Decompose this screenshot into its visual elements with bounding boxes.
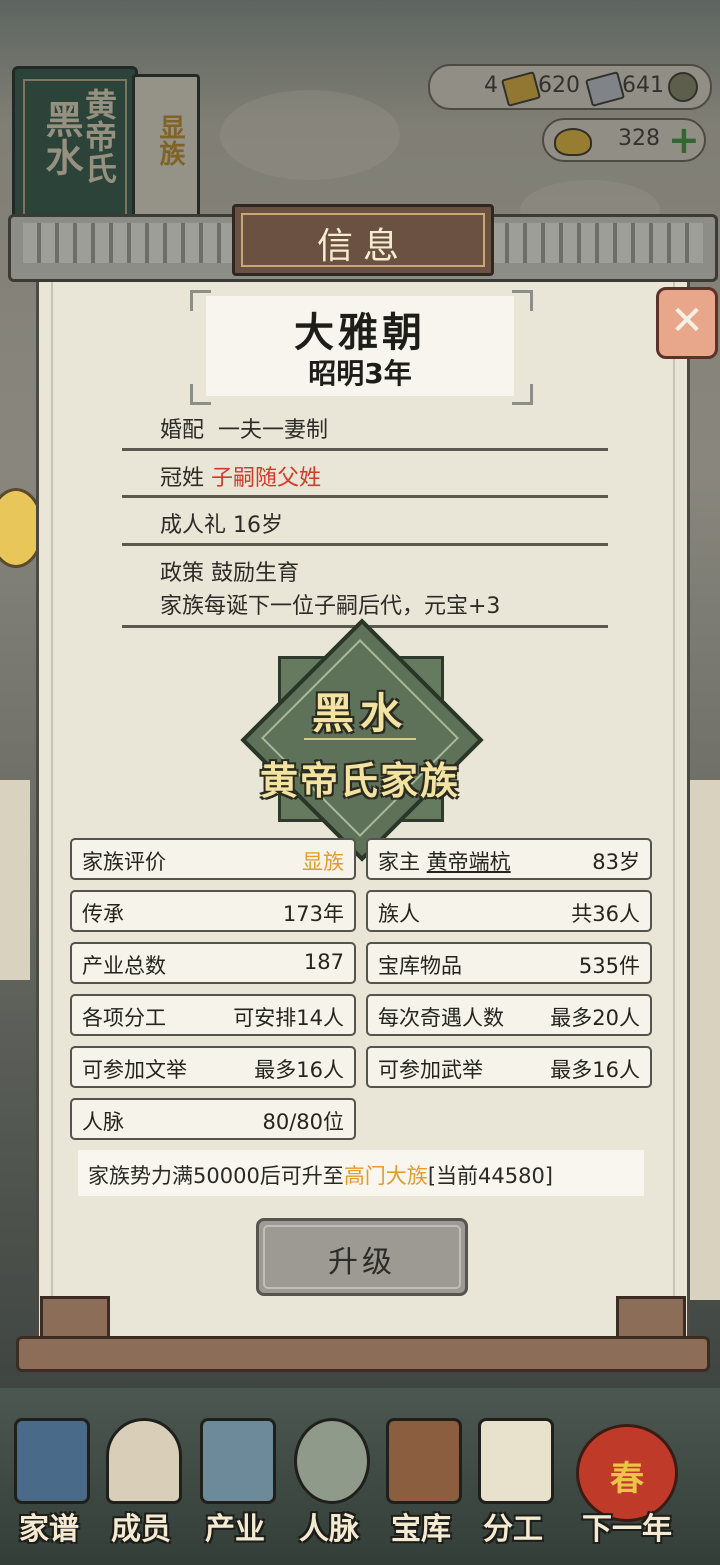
emblem-line-1: 黑水: [311, 689, 408, 738]
genealogy-icon: [14, 1418, 90, 1504]
member-icon: [106, 1418, 182, 1504]
divider: [122, 448, 608, 451]
emblem-line-2: 黄帝氏家族: [259, 759, 460, 803]
nav-divisions[interactable]: 分工: [468, 1418, 558, 1548]
upgrade-target: 高门大族: [343, 1164, 428, 1188]
dynasty-year: 昭明3年: [308, 357, 412, 390]
right-side-panel: [688, 780, 720, 1300]
nav-industry[interactable]: 产业: [190, 1418, 280, 1548]
stat-family-head[interactable]: 家主 黄帝端杭 83岁: [366, 838, 652, 880]
adult-row: 成人礼 16岁: [160, 507, 283, 539]
nav-treasury[interactable]: 宝库: [376, 1418, 466, 1548]
stat-civil-exam: 可参加文举 最多16人: [70, 1046, 356, 1088]
nav-next-year[interactable]: 下一年: [572, 1418, 682, 1548]
stat-connections: 人脉 80/80位: [70, 1098, 356, 1140]
emblem-divider: [304, 738, 416, 740]
policy-description: 家族每诞下一位子嗣后代，元宝+3: [160, 594, 501, 619]
panel-bottom-beam: [16, 1336, 710, 1372]
nav-members[interactable]: 成员: [96, 1418, 186, 1548]
network-icon: [294, 1418, 370, 1504]
panel-title: 信息: [316, 226, 409, 267]
stat-industries: 产业总数 187: [70, 942, 356, 984]
marriage-row: 婚配 一夫一妻制: [160, 412, 328, 444]
corner-decoration: [512, 384, 533, 405]
close-icon: ✕: [670, 298, 704, 344]
corner-decoration: [512, 290, 533, 311]
marriage-value: 一夫一妻制: [218, 418, 329, 443]
marriage-label: 婚配: [160, 418, 205, 443]
nav-connections[interactable]: 人脉: [284, 1418, 374, 1548]
stat-family-rating: 家族评价 显族: [70, 838, 356, 880]
stat-members: 族人 共36人: [366, 890, 652, 932]
policy-row: 政策 鼓励生育: [160, 555, 299, 587]
stat-heritage: 传承 173年: [70, 890, 356, 932]
stat-treasury: 宝库物品 535件: [366, 942, 652, 984]
title-plate: 信息: [232, 204, 494, 276]
upgrade-current: [当前44580]: [427, 1164, 554, 1188]
building-icon: [200, 1418, 276, 1504]
surname-value: 子嗣随父姓: [211, 466, 322, 491]
upgrade-note: 家族势力满50000后可升至高门大族[当前44580]: [78, 1150, 644, 1196]
upgrade-pre: 家族势力满50000后可升至: [88, 1164, 344, 1188]
surname-row: 冠姓 子嗣随父姓: [160, 460, 321, 492]
upgrade-button[interactable]: 升级: [256, 1218, 468, 1296]
adult-value: 16岁: [233, 513, 284, 538]
adult-label: 成人礼: [160, 513, 227, 538]
scroll-icon: [478, 1418, 554, 1504]
divider: [122, 543, 608, 546]
left-side-panel: [0, 780, 30, 980]
nav-genealogy[interactable]: 家谱: [4, 1418, 94, 1548]
policy-value: 鼓励生育: [211, 561, 300, 586]
divider: [122, 495, 608, 498]
upgrade-button-label: 升级: [328, 1245, 396, 1280]
treasure-chest-icon: [386, 1418, 462, 1504]
stat-divisions: 各项分工 可安排14人: [70, 994, 356, 1036]
stat-adventure: 每次奇遇人数 最多20人: [366, 994, 652, 1036]
family-head-name[interactable]: 黄帝端杭: [427, 850, 511, 874]
policy-label: 政策: [160, 561, 205, 586]
stat-military-exam: 可参加武举 最多16人: [366, 1046, 652, 1088]
surname-label: 冠姓: [160, 466, 205, 491]
close-button[interactable]: ✕: [656, 287, 718, 359]
dynasty-name: 大雅朝: [294, 310, 426, 356]
